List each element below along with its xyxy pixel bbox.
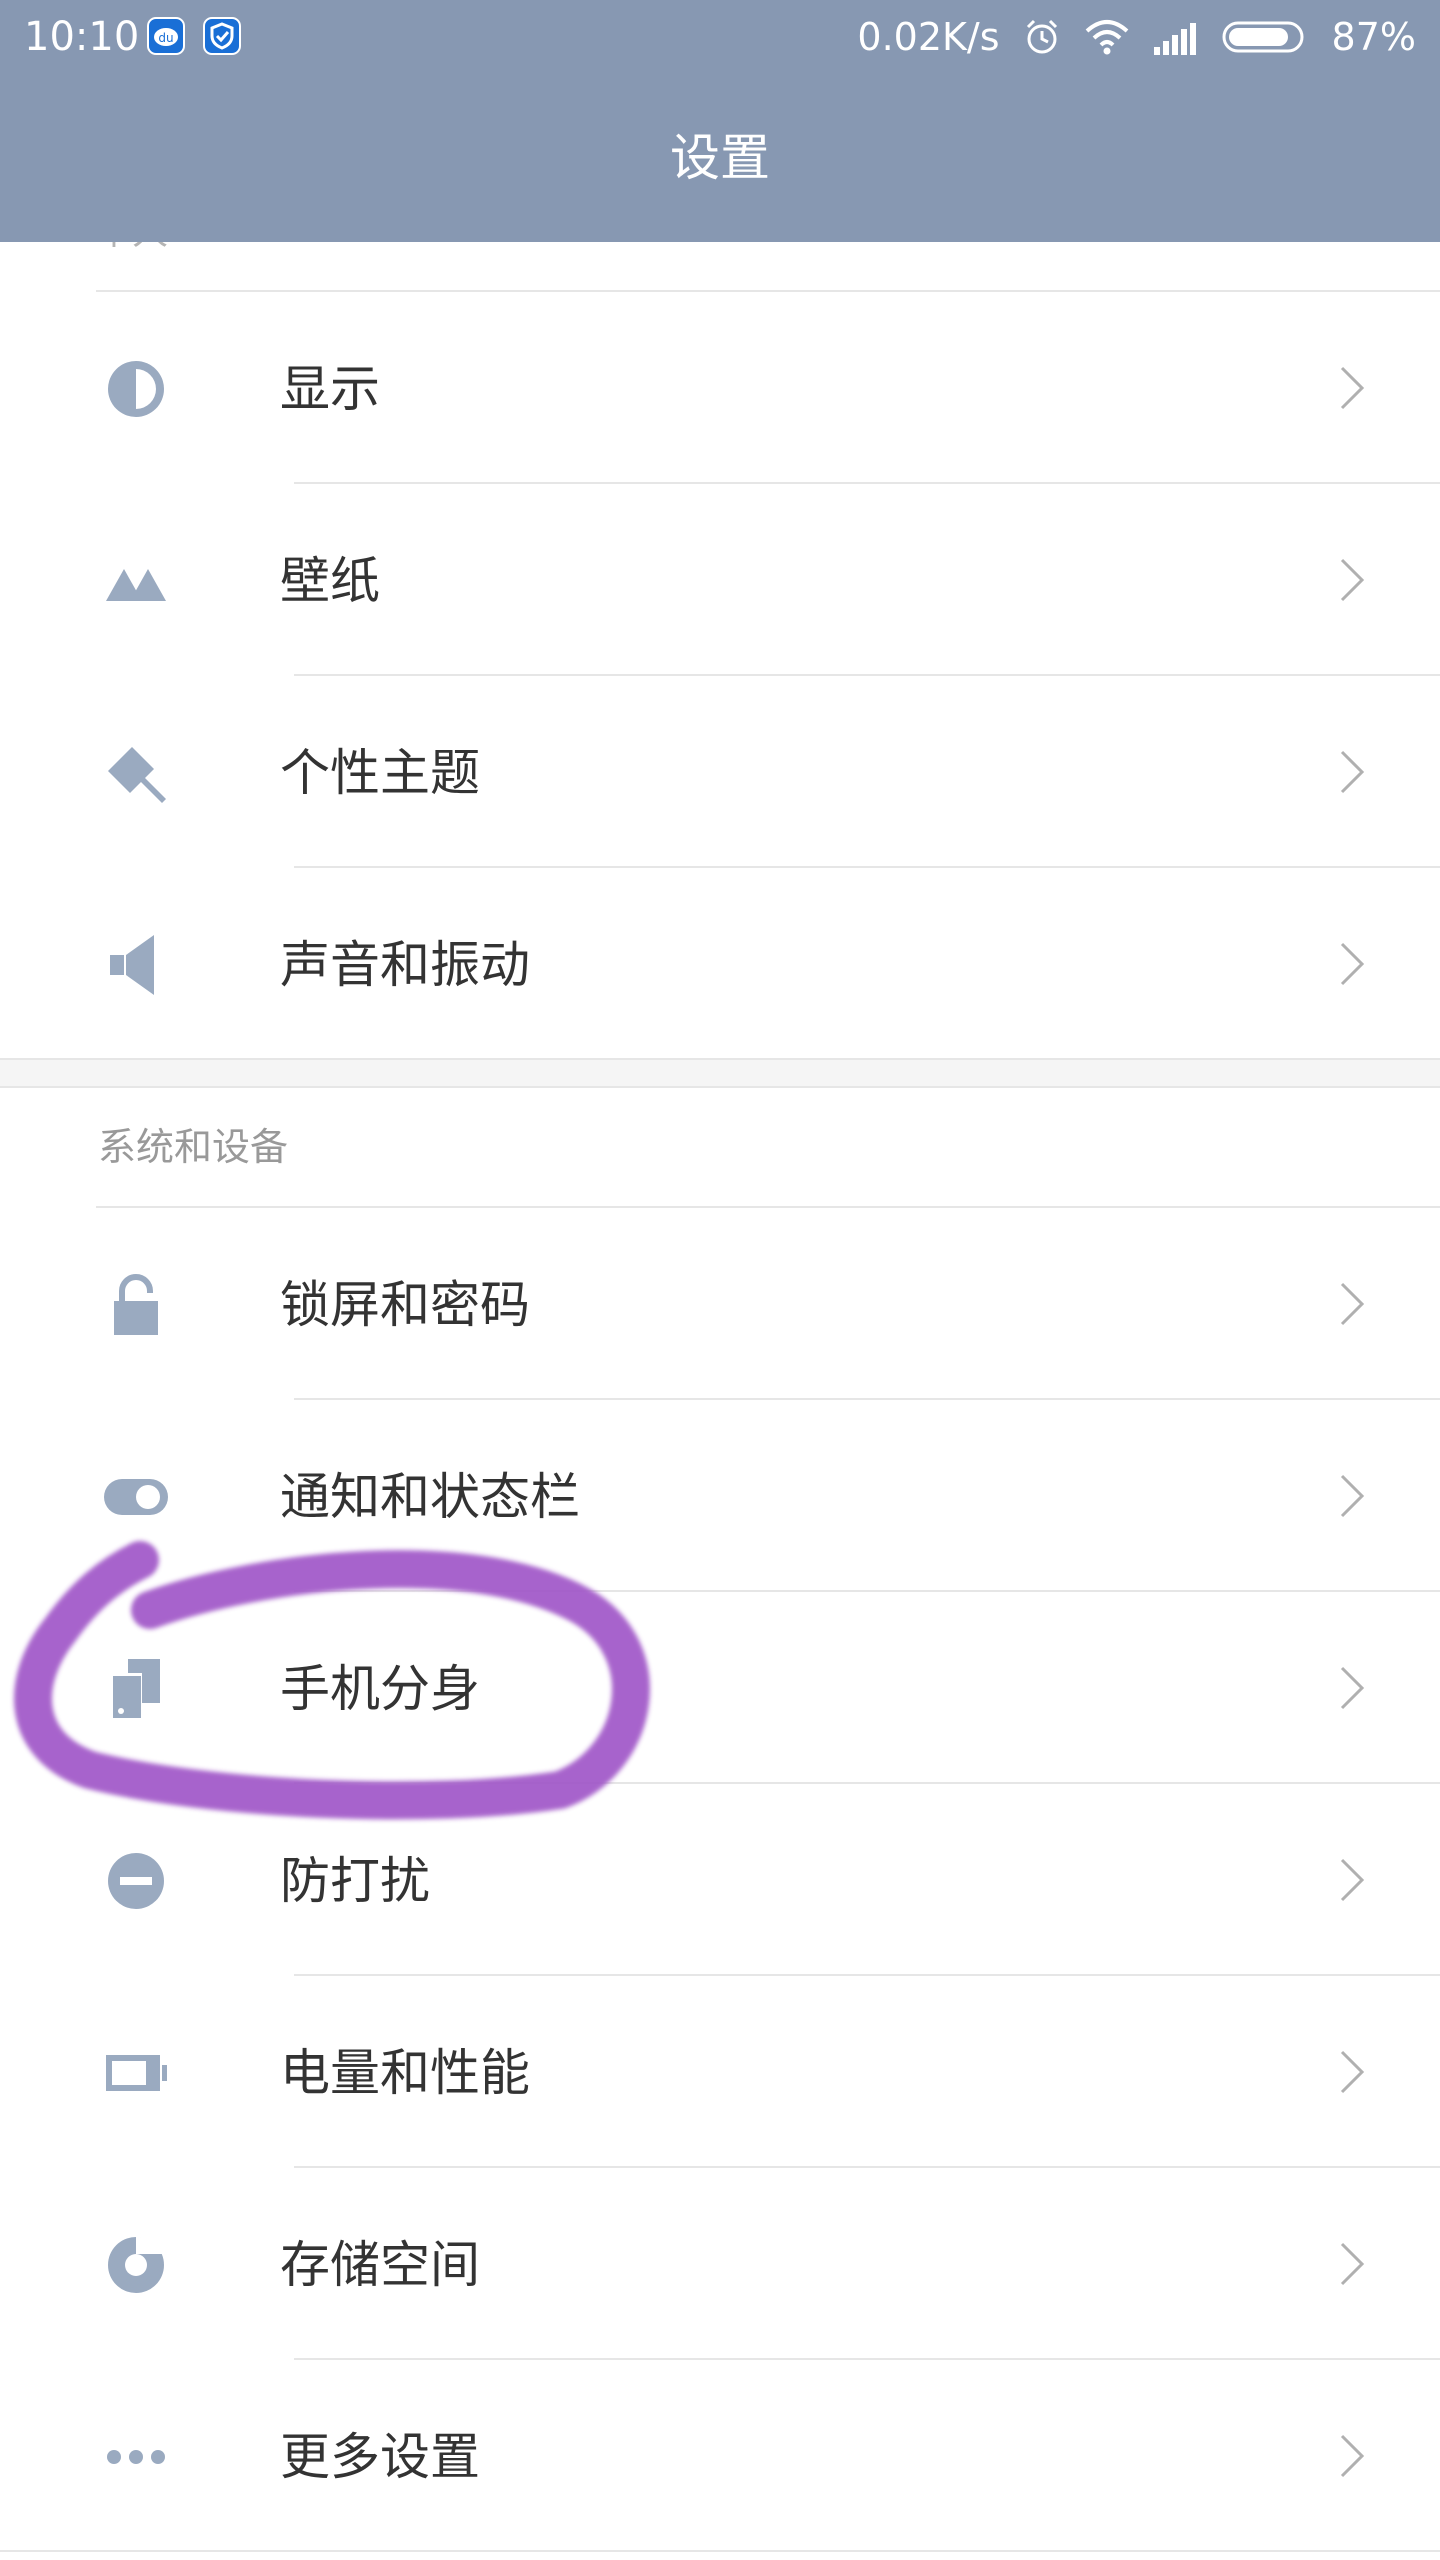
svg-text:du: du — [158, 31, 173, 45]
title-bar: 设置 — [0, 76, 1440, 242]
setting-label: 更多设置 — [280, 2428, 480, 2486]
signal-icon — [1153, 23, 1196, 55]
setting-row-sound[interactable]: 声音和振动 — [0, 868, 1440, 1058]
chevron-right-icon — [1340, 366, 1365, 410]
contrast-icon — [108, 361, 164, 417]
setting-row-notifications[interactable]: 通知和状态栏 — [0, 1400, 1440, 1590]
pie-chart-icon — [108, 2236, 164, 2293]
setting-label: 个性主题 — [280, 744, 480, 802]
chevron-right-icon — [1340, 942, 1365, 986]
chevron-right-icon — [1340, 2434, 1365, 2478]
setting-label: 手机分身 — [280, 1660, 480, 1718]
alarm-icon — [1026, 19, 1057, 54]
setting-label: 存储空间 — [280, 2236, 480, 2294]
chevron-right-icon — [1340, 1666, 1365, 1710]
settings-list[interactable]: 个人 显示 壁纸 个性主题 — [0, 242, 1440, 2560]
status-right-group: 0.02K/s 87% — [835, 12, 1416, 62]
more-dots-icon — [107, 2450, 165, 2464]
section-header-system: 系统和设备 — [98, 1125, 289, 1169]
chevron-right-icon — [1340, 750, 1365, 794]
speaker-icon — [110, 935, 154, 995]
setting-row-second-space[interactable]: 手机分身 — [0, 1592, 1440, 1782]
setting-label: 防打扰 — [280, 1852, 430, 1910]
network-speed: 0.02K/s — [857, 15, 1000, 59]
page-title: 设置 — [670, 129, 770, 187]
chevron-right-icon — [1340, 2242, 1365, 2286]
status-time: 10:10 — [24, 14, 140, 60]
setting-row-display[interactable]: 显示 — [0, 292, 1440, 482]
setting-label: 通知和状态栏 — [280, 1468, 580, 1526]
setting-label: 壁纸 — [280, 552, 380, 610]
du-app-icon: du — [147, 17, 185, 55]
mountain-icon — [106, 569, 166, 601]
setting-label: 锁屏和密码 — [280, 1276, 530, 1334]
paint-brush-icon — [108, 747, 166, 803]
chevron-right-icon — [1340, 2050, 1365, 2094]
battery-status-icon — [1222, 21, 1304, 53]
setting-row-more[interactable]: 更多设置 — [0, 2360, 1440, 2550]
setting-row-do-not-disturb[interactable]: 防打扰 — [0, 1784, 1440, 1974]
lock-icon — [114, 1274, 158, 1335]
setting-row-theme[interactable]: 个性主题 — [0, 676, 1440, 866]
dual-phone-icon — [110, 1659, 160, 1719]
chevron-right-icon — [1340, 1474, 1365, 1518]
shield-app-icon — [203, 17, 241, 55]
do-not-disturb-icon — [108, 1853, 164, 1909]
setting-label: 电量和性能 — [280, 2044, 530, 2102]
section-divider — [0, 1058, 1440, 1088]
status-bar: 10:10 du 0.02K/s 87% — [0, 0, 1440, 76]
setting-row-lock-screen[interactable]: 锁屏和密码 — [0, 1208, 1440, 1398]
chevron-right-icon — [1340, 1858, 1365, 1902]
toggle-icon — [104, 1479, 168, 1515]
battery-percent: 87% — [1331, 15, 1416, 59]
setting-label: 显示 — [280, 360, 380, 418]
setting-row-wallpaper[interactable]: 壁纸 — [0, 484, 1440, 674]
divider — [0, 2550, 1440, 2552]
chevron-right-icon — [1340, 1282, 1365, 1326]
setting-label: 声音和振动 — [280, 936, 530, 994]
section-header-personal: 个人 — [96, 242, 168, 258]
wifi-icon — [1085, 20, 1128, 55]
setting-row-battery[interactable]: 电量和性能 — [0, 1976, 1440, 2166]
setting-row-storage[interactable]: 存储空间 — [0, 2168, 1440, 2358]
battery-icon — [106, 2055, 167, 2091]
chevron-right-icon — [1340, 558, 1365, 602]
